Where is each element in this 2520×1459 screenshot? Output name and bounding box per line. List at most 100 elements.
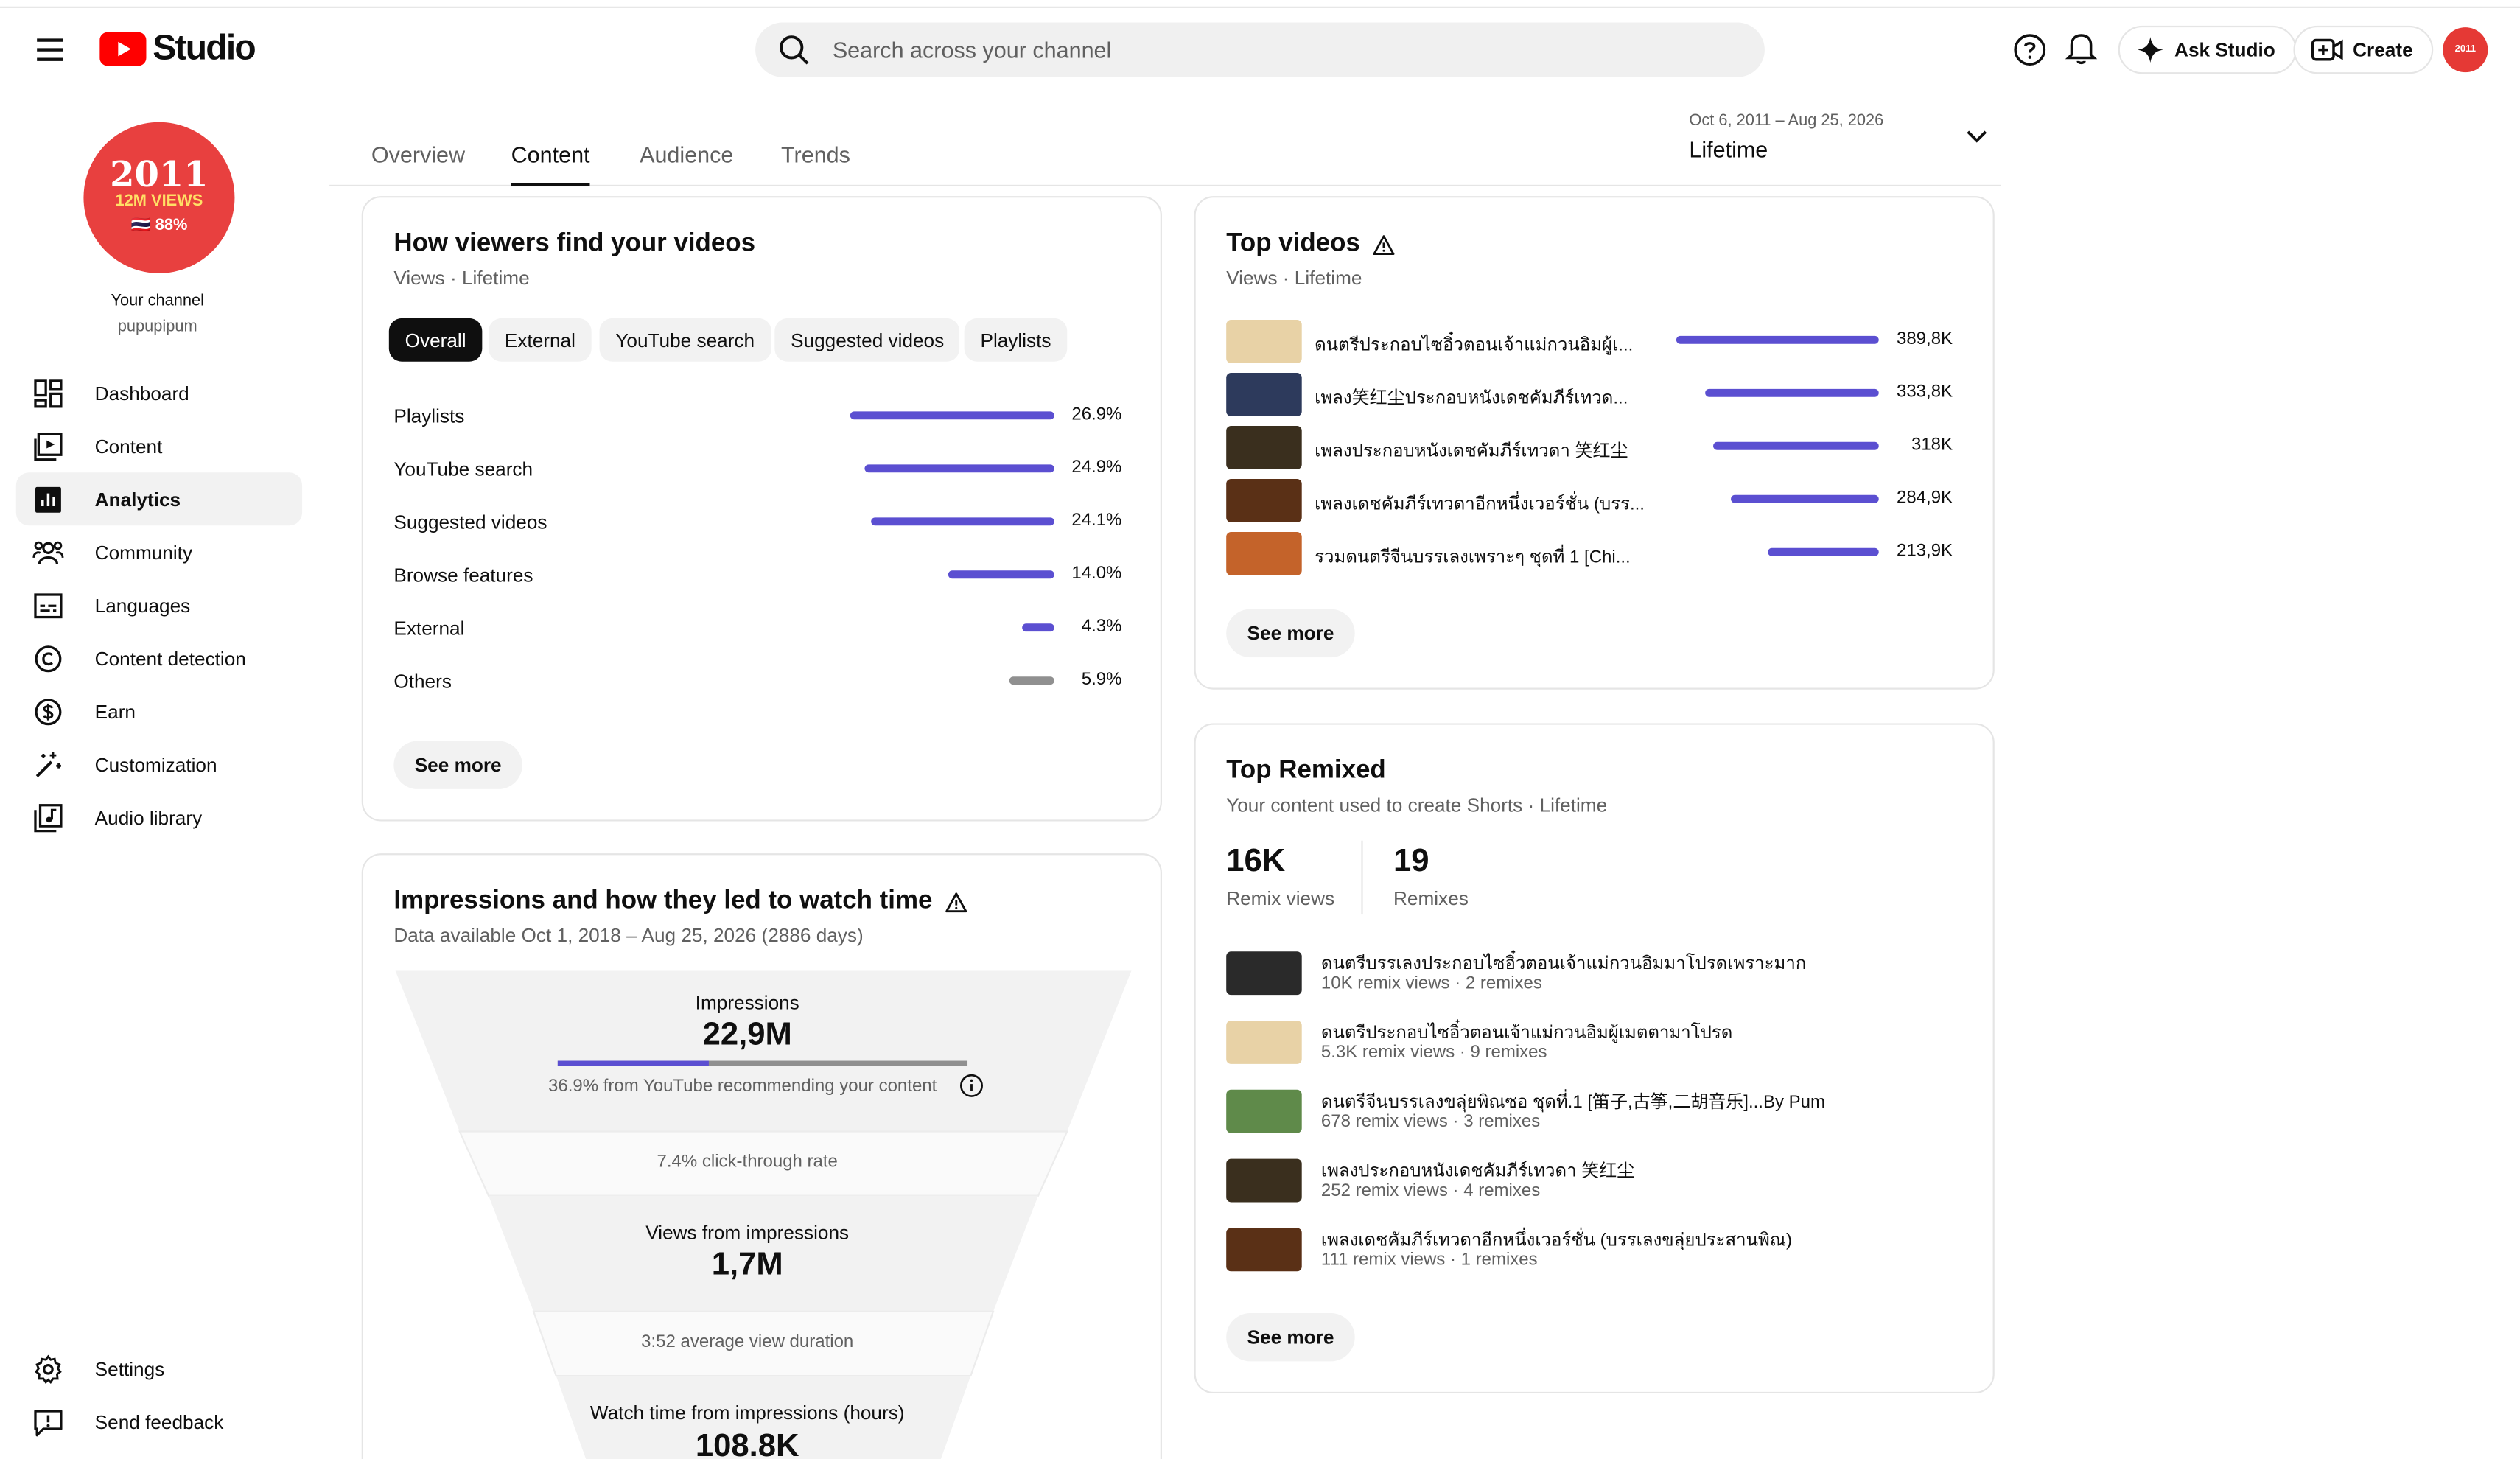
top-videos-title: Top videos (1226, 229, 1360, 257)
remixed-row[interactable]: เพลงประกอบหนังเดชคัมภีร์เทวดา 笑红尘 252 rem… (1196, 1155, 1993, 1203)
chip-youtube-search[interactable]: YouTube search (599, 318, 771, 362)
video-thumbnail[interactable] (1226, 1021, 1302, 1064)
feedback-icon (32, 1405, 65, 1438)
video-views-bar (1713, 441, 1879, 450)
sidebar-item-content-detection[interactable]: Content detection (16, 631, 302, 685)
remixed-video-title[interactable]: ดนตรีประกอบไซอิ๋วตอนเจ้าแม่กวนอิมผู้เมตต… (1321, 1018, 1732, 1046)
card-title: How viewers find your videos (393, 230, 755, 259)
see-more-button[interactable]: See more (1226, 609, 1355, 658)
video-thumbnail[interactable] (1226, 478, 1302, 522)
help-icon[interactable] (2012, 32, 2048, 68)
remixed-video-title[interactable]: เพลงประกอบหนังเดชคัมภีร์เทวดา 笑红尘 (1321, 1155, 1634, 1184)
studio-logo[interactable]: Studio (99, 27, 256, 68)
chip-overall[interactable]: Overall (388, 318, 483, 362)
views-value: 1,7M (711, 1247, 783, 1283)
info-icon[interactable] (959, 1074, 984, 1098)
chevron-down-icon (1967, 130, 1987, 143)
channel-handle: pupupipum (117, 318, 197, 336)
traffic-source-bar (871, 517, 1054, 526)
menu-icon[interactable] (29, 29, 71, 71)
search-bar[interactable] (755, 22, 1765, 77)
video-thumbnail[interactable] (1226, 1089, 1302, 1133)
video-thumbnail[interactable] (1226, 373, 1302, 416)
top-video-row[interactable]: รวมดนตรีจีนบรรเลงเพราะๆ ชุดที่ 1 [Chi...… (1196, 531, 1993, 575)
recommend-text: 36.9% from YouTube recommending your con… (548, 1077, 937, 1096)
top-video-row[interactable]: เพลงประกอบหนังเดชคัมภีร์เทวดา 笑红尘 318K (1196, 425, 1993, 469)
sidebar-item-analytics[interactable]: Analytics (15, 472, 303, 526)
sidebar-item-label: Audio library (94, 805, 203, 829)
traffic-source-label: Playlists (393, 405, 465, 428)
sidebar-item-dashboard[interactable]: Dashboard (16, 366, 302, 419)
traffic-source-bar (864, 464, 1054, 473)
video-title[interactable]: ดนตรีประกอบไซอิ๋วตอนเจ้าแม่กวนอิมผู้เ... (1315, 329, 1633, 358)
video-thumbnail[interactable] (1226, 1158, 1302, 1203)
ask-studio-button[interactable]: Ask Studio (2118, 25, 2297, 74)
stat-divider (1361, 840, 1363, 915)
remixed-row[interactable]: ดนตรีประกอบไซอิ๋วตอนเจ้าแม่กวนอิมผู้เมตต… (1196, 1018, 1993, 1066)
channel-avatar[interactable]: 2011 12M VIEWS 🇹🇭 88% (83, 122, 235, 273)
chip-suggested-videos[interactable]: Suggested videos (774, 318, 961, 362)
top-video-row[interactable]: เพลง笑红尘ประกอบหนังเดชคัมภีร์เทวด... 333,8K (1196, 373, 1993, 416)
sidebar-item-send-feedback[interactable]: Send feedback (16, 1395, 302, 1448)
create-label: Create (2353, 38, 2413, 61)
top-video-row[interactable]: ดนตรีประกอบไซอิ๋วตอนเจ้าแม่กวนอิมผู้เ...… (1196, 320, 1993, 363)
sidebar-item-languages[interactable]: Languages (16, 578, 302, 631)
warning-icon[interactable] (1373, 234, 1396, 254)
recommend-fill (557, 1060, 710, 1066)
sidebar-item-earn[interactable]: Earn (16, 685, 302, 738)
tab-trends[interactable]: Trends (781, 141, 850, 186)
chip-playlists[interactable]: Playlists (964, 318, 1068, 362)
create-button[interactable]: Create (2293, 25, 2434, 74)
video-title[interactable]: เพลงประกอบหนังเดชคัมภีร์เทวดา 笑红尘 (1315, 435, 1628, 464)
ctr-text: 7.4% click-through rate (657, 1152, 838, 1172)
channel-label: Your channel (111, 292, 205, 310)
remixed-video-title[interactable]: เพลงเดชคัมภีร์เทวดาอีกหนึ่งเวอร์ชั่น (บร… (1321, 1225, 1792, 1253)
video-views-bar (1705, 388, 1879, 397)
sidebar-item-label: Community (94, 540, 193, 564)
dashboard-icon (32, 377, 65, 409)
account-avatar[interactable]: 2011 (2443, 27, 2488, 73)
see-more-button[interactable]: See more (1226, 1312, 1355, 1362)
top-video-row[interactable]: เพลงเดชคัมภีร์เทวดาอีกหนึ่งเวอร์ชั่น (บร… (1196, 478, 1993, 522)
card-subtitle: Your content used to create Shorts · Lif… (1226, 794, 1608, 817)
remixed-video-title[interactable]: ดนตรีบรรเลงประกอบไซอิ๋วตอนเจ้าแม่กวนอิมม… (1321, 948, 1806, 977)
sidebar-item-audio-library[interactable]: Audio library (16, 791, 302, 844)
sidebar-item-community[interactable]: Community (16, 525, 302, 578)
video-views-bar (1731, 494, 1879, 503)
see-more-button[interactable]: See more (393, 741, 522, 789)
warning-icon[interactable] (945, 891, 968, 912)
community-icon (32, 536, 65, 568)
tab-overview[interactable]: Overview (371, 141, 465, 186)
video-thumbnail[interactable] (1226, 425, 1302, 469)
sidebar-item-label: Content (94, 434, 163, 458)
remixed-video-title[interactable]: ดนตรีจีนบรรเลงขลุ่ยพิณซอ ชุดที่.1 [笛子,古筝… (1321, 1086, 1825, 1115)
traffic-source-bar (1009, 676, 1054, 685)
copyright-icon (32, 642, 65, 674)
remixed-row[interactable]: ดนตรีจีนบรรเลงขลุ่ยพิณซอ ชุดที่.1 [笛子,古筝… (1196, 1086, 1993, 1134)
video-thumbnail[interactable] (1226, 951, 1302, 996)
card-subtitle: Views · Lifetime (1226, 267, 1362, 290)
sidebar-item-settings[interactable]: Settings (16, 1342, 302, 1395)
video-title[interactable]: เพลงเดชคัมภีร์เทวดาอีกหนึ่งเวอร์ชั่น (บร… (1315, 489, 1645, 517)
video-views-bar (1676, 335, 1879, 344)
remixed-row[interactable]: ดนตรีบรรเลงประกอบไซอิ๋วตอนเจ้าแม่กวนอิมม… (1196, 948, 1993, 996)
traffic-source-pct: 26.9% (1071, 405, 1122, 424)
remixed-row[interactable]: เพลงเดชคัมภีร์เทวดาอีกหนึ่งเวอร์ชั่น (บร… (1196, 1225, 1993, 1273)
notifications-icon[interactable] (2065, 30, 2098, 66)
video-thumbnail[interactable] (1226, 1228, 1302, 1272)
dollar-icon (32, 695, 65, 727)
traffic-source-bar (1022, 623, 1054, 632)
subtitles-icon (32, 589, 65, 621)
card-title: Top Remixed (1226, 757, 1386, 786)
chip-external[interactable]: External (489, 318, 592, 362)
tab-content[interactable]: Content (511, 141, 590, 187)
tab-audience[interactable]: Audience (640, 141, 733, 186)
search-input[interactable] (832, 37, 1669, 63)
video-title[interactable]: เพลง笑红尘ประกอบหนังเดชคัมภีร์เทวด... (1315, 382, 1628, 411)
date-range-selector[interactable]: Oct 6, 2011 – Aug 25, 2026 Lifetime (1689, 113, 1994, 164)
sidebar-item-customization[interactable]: Customization (16, 738, 302, 791)
video-thumbnail[interactable] (1226, 320, 1302, 363)
sidebar-item-content[interactable]: Content (16, 419, 302, 472)
video-title[interactable]: รวมดนตรีจีนบรรเลงเพราะๆ ชุดที่ 1 [Chi... (1315, 542, 1631, 570)
video-thumbnail[interactable] (1226, 531, 1302, 575)
